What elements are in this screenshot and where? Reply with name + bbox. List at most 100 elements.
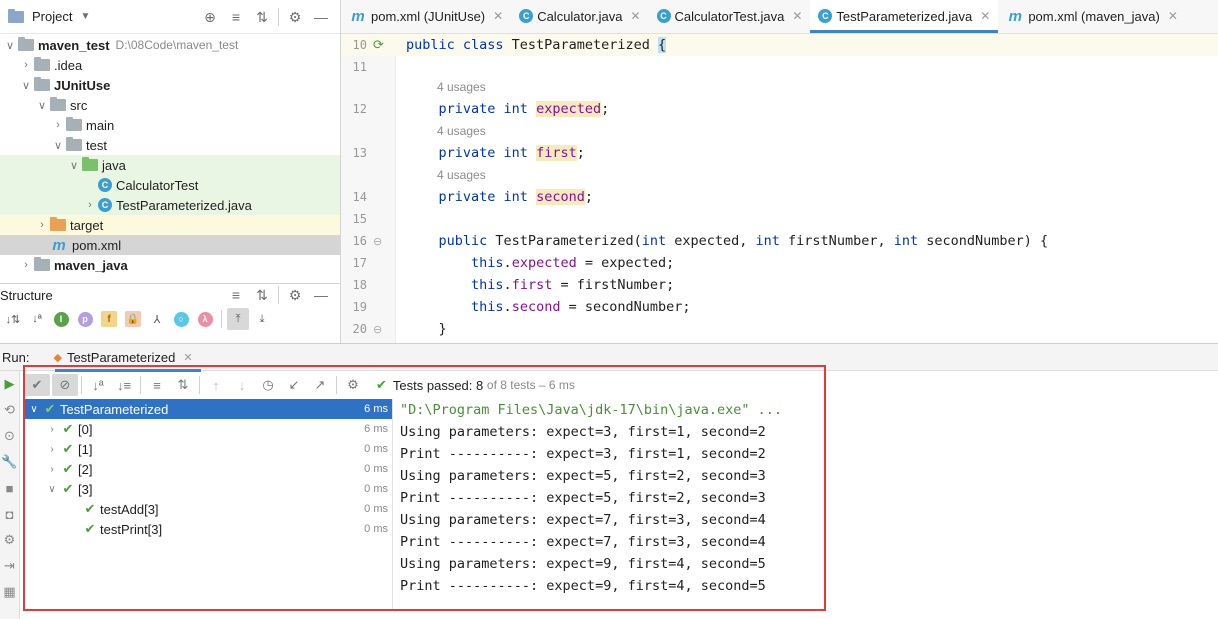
expand-all-icon[interactable]: ≡: [144, 374, 170, 396]
run-test-icon[interactable]: ⟳: [367, 37, 396, 53]
show-non-public-icon[interactable]: 🔒: [122, 308, 144, 330]
code-line[interactable]: 14 private int second;: [341, 186, 1218, 208]
code-line[interactable]: 17 this.expected = expected;: [341, 252, 1218, 274]
show-passed-icon[interactable]: ✔: [24, 374, 50, 396]
tab-pom-maven-java[interactable]: m pom.xml (maven_java) ✕: [998, 0, 1186, 33]
tree-item-src[interactable]: ∨ src: [0, 95, 340, 115]
gear-icon[interactable]: ⚙: [282, 5, 308, 29]
show-fields-icon[interactable]: f: [98, 308, 120, 330]
show-inherited-icon[interactable]: I: [50, 308, 72, 330]
code-line[interactable]: 18 this.first = firstNumber;: [341, 274, 1218, 296]
gear-icon[interactable]: ⚙: [0, 527, 19, 553]
collapse-all-icon[interactable]: ⇅: [249, 5, 275, 29]
close-icon[interactable]: ✕: [1168, 9, 1178, 23]
close-icon[interactable]: ✕: [493, 9, 503, 23]
test-node-1[interactable]: › ✔ [1] 0 ms: [24, 439, 392, 459]
test-node-root[interactable]: ∨ ✔ TestParameterized 6 ms: [24, 399, 392, 419]
layout-icon[interactable]: ▦: [0, 579, 19, 605]
close-icon[interactable]: ✕: [980, 9, 990, 23]
sort-visibility-icon[interactable]: ↓⇅: [2, 308, 24, 330]
chevron-right-icon[interactable]: ›: [18, 59, 34, 71]
chevron-down-icon[interactable]: ▼: [72, 5, 98, 29]
tab-calculator-java[interactable]: C Calculator.java ✕: [511, 0, 648, 33]
fold-icon[interactable]: ⊖: [367, 235, 396, 248]
gear-icon[interactable]: ⚙: [340, 374, 366, 396]
console-output[interactable]: "D:\Program Files\Java\jdk-17\bin\java.e…: [400, 399, 820, 609]
import-tests-icon[interactable]: ↙: [281, 374, 307, 396]
rerun-icon[interactable]: ▶: [0, 371, 19, 397]
autoscroll-to-source-icon[interactable]: ⤒: [227, 308, 249, 330]
chevron-down-icon[interactable]: ∨: [34, 99, 50, 112]
chevron-down-icon[interactable]: ∨: [44, 484, 60, 495]
autoscroll-from-source-icon[interactable]: ⤓: [251, 308, 273, 330]
collapse-all-icon[interactable]: ⇅: [170, 374, 196, 396]
tree-item-testparameterized[interactable]: › C TestParameterized.java: [0, 195, 340, 215]
usages-hint[interactable]: 4 usages: [437, 168, 486, 182]
tree-item-test[interactable]: ∨ test: [0, 135, 340, 155]
project-panel-title[interactable]: Project: [32, 9, 72, 24]
chevron-down-icon[interactable]: ∨: [26, 404, 42, 415]
camera-icon[interactable]: ◘: [0, 501, 19, 527]
minimize-icon[interactable]: —: [308, 284, 334, 307]
chevron-right-icon[interactable]: ›: [50, 119, 66, 131]
next-failed-icon[interactable]: ↓: [229, 374, 255, 396]
tree-item-maven-java[interactable]: › maven_java: [0, 255, 340, 275]
chevron-down-icon[interactable]: ∨: [18, 79, 34, 92]
code-line[interactable]: 10 ⟳ public class TestParameterized {: [341, 34, 1218, 56]
test-node-testadd[interactable]: ✔ testAdd[3] 0 ms: [24, 499, 392, 519]
previous-failed-icon[interactable]: ↑: [203, 374, 229, 396]
code-line[interactable]: 12 private int expected;: [341, 98, 1218, 120]
tab-testparameterized-java[interactable]: C TestParameterized.java ✕: [810, 0, 999, 33]
chevron-down-icon[interactable]: ∨: [66, 159, 82, 172]
tab-pom-junituse[interactable]: m pom.xml (JUnitUse) ✕: [341, 0, 511, 33]
code-line[interactable]: 20 ⊖ }: [341, 318, 1218, 340]
usages-hint[interactable]: 4 usages: [437, 80, 486, 94]
code-area[interactable]: 10 ⟳ public class TestParameterized { 11…: [341, 34, 1218, 343]
lambda-icon[interactable]: λ: [194, 308, 216, 330]
tree-item-main[interactable]: › main: [0, 115, 340, 135]
tree-item-calculatortest[interactable]: C CalculatorTest: [0, 175, 340, 195]
sort-alpha-icon[interactable]: ↓ª: [26, 308, 48, 330]
stop-icon[interactable]: ■: [0, 475, 19, 501]
code-line[interactable]: 19 this.second = secondNumber;: [341, 296, 1218, 318]
fold-icon[interactable]: ⊖: [367, 323, 396, 336]
tree-item-idea[interactable]: › .idea: [0, 55, 340, 75]
export-tests-icon[interactable]: ↗: [307, 374, 333, 396]
test-node-2[interactable]: › ✔ [2] 0 ms: [24, 459, 392, 479]
gear-icon[interactable]: ⚙: [282, 284, 308, 307]
close-icon[interactable]: ✕: [630, 9, 640, 23]
chevron-right-icon[interactable]: ›: [34, 219, 50, 231]
code-line[interactable]: 13 private int first;: [341, 142, 1218, 164]
minimize-icon[interactable]: —: [308, 5, 334, 29]
sort-alpha-icon[interactable]: ↓ª: [85, 374, 111, 396]
test-node-3[interactable]: ∨ ✔ [3] 0 ms: [24, 479, 392, 499]
test-node-0[interactable]: › ✔ [0] 6 ms: [24, 419, 392, 439]
code-line[interactable]: 16 ⊖ public TestParameterized(int expect…: [341, 230, 1218, 252]
exit-icon[interactable]: ⇥: [0, 553, 19, 579]
tree-item-target[interactable]: › target: [0, 215, 340, 235]
close-icon[interactable]: ✕: [183, 351, 192, 364]
show-properties-icon[interactable]: p: [74, 308, 96, 330]
structure-panel-title[interactable]: Structure: [0, 288, 53, 303]
sort-duration-icon[interactable]: ↓≡: [111, 374, 137, 396]
locate-icon[interactable]: ⊕: [197, 5, 223, 29]
chevron-right-icon[interactable]: ›: [44, 444, 60, 455]
expand-all-icon[interactable]: ≡: [223, 5, 249, 29]
tab-calculatortest-java[interactable]: C CalculatorTest.java ✕: [649, 0, 811, 33]
chevron-down-icon[interactable]: ∨: [50, 139, 66, 152]
wrench-icon[interactable]: 🔧: [0, 449, 19, 475]
usages-hint[interactable]: 4 usages: [437, 124, 486, 138]
tree-item-java[interactable]: ∨ java: [0, 155, 340, 175]
chevron-right-icon[interactable]: ›: [82, 199, 98, 211]
run-tab-testparameterized[interactable]: ◆ TestParameterized ✕: [49, 344, 201, 372]
tree-item-maven-test[interactable]: ∨ maven_test D:\08Code\maven_test: [0, 35, 340, 55]
chevron-right-icon[interactable]: ›: [44, 464, 60, 475]
expand-all-icon[interactable]: ≡: [223, 284, 249, 307]
rerun-failed-icon[interactable]: ⟲: [0, 397, 19, 423]
history-icon[interactable]: ◷: [255, 374, 281, 396]
chevron-right-icon[interactable]: ›: [18, 259, 34, 271]
toggle-auto-test-icon[interactable]: ⊙: [0, 423, 19, 449]
show-ignored-icon[interactable]: ⊘: [52, 374, 78, 396]
code-line[interactable]: 15: [341, 208, 1218, 230]
show-anonymous-icon[interactable]: ○: [170, 308, 192, 330]
